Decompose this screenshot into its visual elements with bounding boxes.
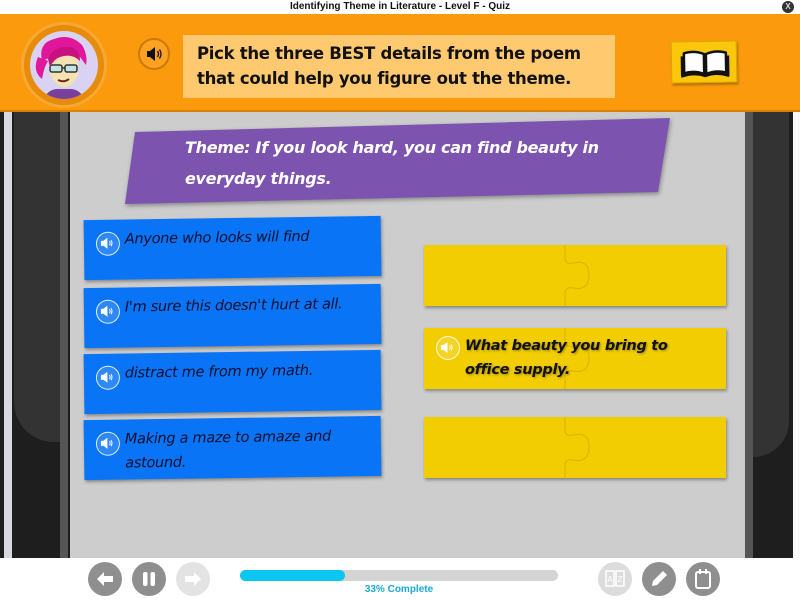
option-card[interactable]: Making a maze to amaze and astound. <box>83 415 382 481</box>
option-card[interactable]: I'm sure this doesn't hurt at all. <box>83 283 382 349</box>
option-card[interactable]: distract me from my math. <box>83 349 382 415</box>
instruction-text: Pick the three BEST details from the poe… <box>197 44 581 88</box>
pause-icon <box>143 572 155 586</box>
answer-slot-empty[interactable] <box>424 417 726 478</box>
open-book-icon <box>680 50 730 78</box>
option-text: Making a maze to amaze and astound. <box>124 428 332 472</box>
answer-slot-empty[interactable] <box>424 245 726 306</box>
close-icon[interactable]: X <box>782 1 794 13</box>
speaker-icon[interactable] <box>95 299 121 324</box>
pause-button[interactable] <box>132 562 166 596</box>
window-titlebar: Identifying Theme in Literature - Level … <box>0 0 800 14</box>
arrow-left-icon <box>97 572 113 586</box>
speaker-icon[interactable] <box>95 231 121 256</box>
svg-text:Z: Z <box>617 575 623 584</box>
svg-text:A: A <box>607 575 613 584</box>
header-bar: Pick the three BEST details from the poe… <box>0 14 800 112</box>
speaker-icon[interactable] <box>95 365 121 390</box>
speaker-icon[interactable] <box>436 336 460 360</box>
notepad-icon <box>695 569 711 589</box>
progress-bar <box>240 570 558 581</box>
footer-bar: 33% Complete A Z <box>0 558 800 596</box>
pencil-icon <box>652 571 667 586</box>
avatar-image <box>30 31 98 99</box>
glossary-az-icon: A Z <box>605 570 625 587</box>
right-frame <box>745 112 800 558</box>
open-book-button[interactable] <box>670 40 738 84</box>
progress-fill <box>240 570 345 581</box>
answer-text: What beauty you bring to office supply. <box>465 338 668 378</box>
avatar <box>21 22 107 108</box>
option-card[interactable]: Anyone who looks will find <box>83 215 382 281</box>
puzzle-outline <box>564 245 590 306</box>
notepad-button[interactable] <box>686 562 720 596</box>
answer-slot-filled[interactable]: What beauty you bring to office supply. <box>424 328 726 389</box>
option-text: distract me from my math. <box>124 362 314 382</box>
activity-board: Theme: If you look hard, you can find be… <box>70 112 745 558</box>
progress-label: 33% Complete <box>364 584 434 595</box>
theme-banner: Theme: If you look hard, you can find be… <box>125 118 670 204</box>
back-button[interactable] <box>88 562 122 596</box>
window-title: Identifying Theme in Literature - Level … <box>289 1 511 12</box>
pencil-button[interactable] <box>642 562 676 596</box>
glossary-button[interactable]: A Z <box>598 562 632 596</box>
instruction-prompt: Pick the three BEST details from the poe… <box>183 35 615 98</box>
speaker-icon[interactable] <box>95 431 121 456</box>
speaker-icon <box>147 47 162 61</box>
activity-stage: Theme: If you look hard, you can find be… <box>0 112 800 558</box>
theme-text: Theme: If you look hard, you can find be… <box>185 138 599 188</box>
option-text: Anyone who looks will find <box>124 228 310 248</box>
arrow-right-icon <box>185 572 201 586</box>
header-audio-button[interactable] <box>138 38 170 70</box>
left-frame <box>0 112 70 558</box>
puzzle-outline <box>564 417 590 478</box>
option-text: I'm sure this doesn't hurt at all. <box>124 296 343 316</box>
next-button[interactable] <box>176 562 210 596</box>
